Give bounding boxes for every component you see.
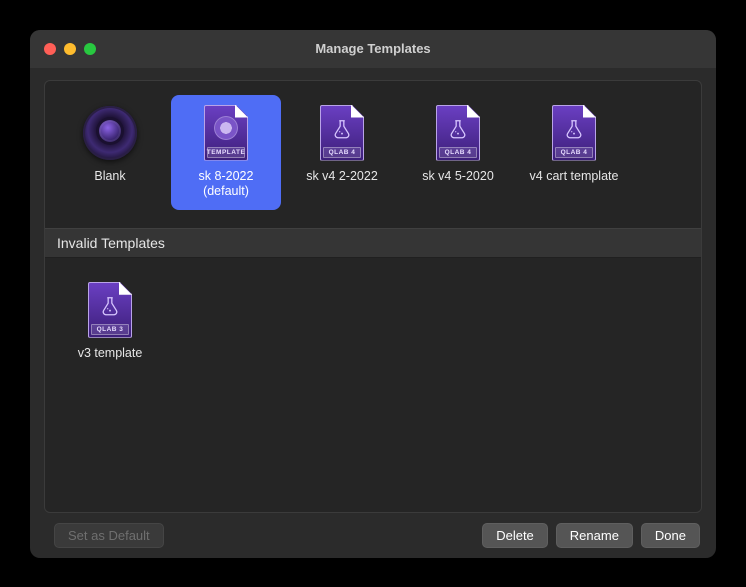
flask-icon (447, 118, 469, 140)
content-area: Blank TEMPLATE sk 8-2022 (default) QLAB 4 sk… (30, 68, 716, 558)
file-tag: TEMPLATE (207, 147, 245, 158)
file-icon: QLAB 4 (320, 105, 364, 161)
file-icon: QLAB 3 (88, 282, 132, 338)
rename-button[interactable]: Rename (556, 523, 633, 548)
templates-panel: Blank TEMPLATE sk 8-2022 (default) QLAB 4 sk… (44, 80, 702, 513)
invalid-template-item[interactable]: QLAB 3 v3 template (55, 272, 165, 372)
template-icon: QLAB 4 (544, 103, 604, 163)
file-icon: TEMPLATE (204, 105, 248, 161)
template-item[interactable]: TEMPLATE sk 8-2022 (default) (171, 95, 281, 210)
done-button[interactable]: Done (641, 523, 700, 548)
template-icon: TEMPLATE (196, 103, 256, 163)
flask-icon (563, 118, 585, 140)
template-label: sk v4 2-2022 (306, 169, 378, 185)
file-tag: QLAB 4 (555, 147, 593, 158)
template-label: v3 template (78, 346, 143, 362)
window-title: Manage Templates (315, 41, 430, 56)
template-label: Blank (94, 169, 125, 185)
template-label: v4 cart template (530, 169, 619, 185)
template-item[interactable]: QLAB 4 v4 cart template (519, 95, 629, 195)
file-tag: QLAB 3 (91, 324, 129, 335)
flask-icon (331, 118, 353, 140)
template-item[interactable]: QLAB 4 sk v4 5-2020 (403, 95, 513, 195)
template-label: sk 8-2022 (default) (176, 169, 276, 200)
file-tag: QLAB 4 (439, 147, 477, 158)
set-as-default-button[interactable]: Set as Default (54, 523, 164, 548)
template-icon (80, 103, 140, 163)
zoom-window-button[interactable] (84, 43, 96, 55)
titlebar: Manage Templates (30, 30, 716, 68)
file-icon: QLAB 4 (436, 105, 480, 161)
templates-grid: Blank TEMPLATE sk 8-2022 (default) QLAB 4 sk… (45, 81, 701, 228)
flask-icon (99, 295, 121, 317)
manage-templates-window: Manage Templates Blank TEMPLATE sk 8-2022 … (30, 30, 716, 558)
template-icon: QLAB 3 (80, 280, 140, 340)
file-icon: QLAB 4 (552, 105, 596, 161)
delete-button[interactable]: Delete (482, 523, 548, 548)
template-item[interactable]: QLAB 4 sk v4 2-2022 (287, 95, 397, 195)
template-label: sk v4 5-2020 (422, 169, 494, 185)
blank-app-icon (83, 106, 137, 160)
disc-icon (214, 116, 238, 140)
close-window-button[interactable] (44, 43, 56, 55)
template-item[interactable]: Blank (55, 95, 165, 195)
invalid-templates-header: Invalid Templates (45, 228, 701, 258)
template-icon: QLAB 4 (428, 103, 488, 163)
invalid-templates-grid: QLAB 3 v3 template (45, 258, 701, 390)
file-tag: QLAB 4 (323, 147, 361, 158)
template-icon: QLAB 4 (312, 103, 372, 163)
minimize-window-button[interactable] (64, 43, 76, 55)
footer-buttons: Set as Default Delete Rename Done (44, 523, 702, 548)
window-controls (44, 43, 96, 55)
